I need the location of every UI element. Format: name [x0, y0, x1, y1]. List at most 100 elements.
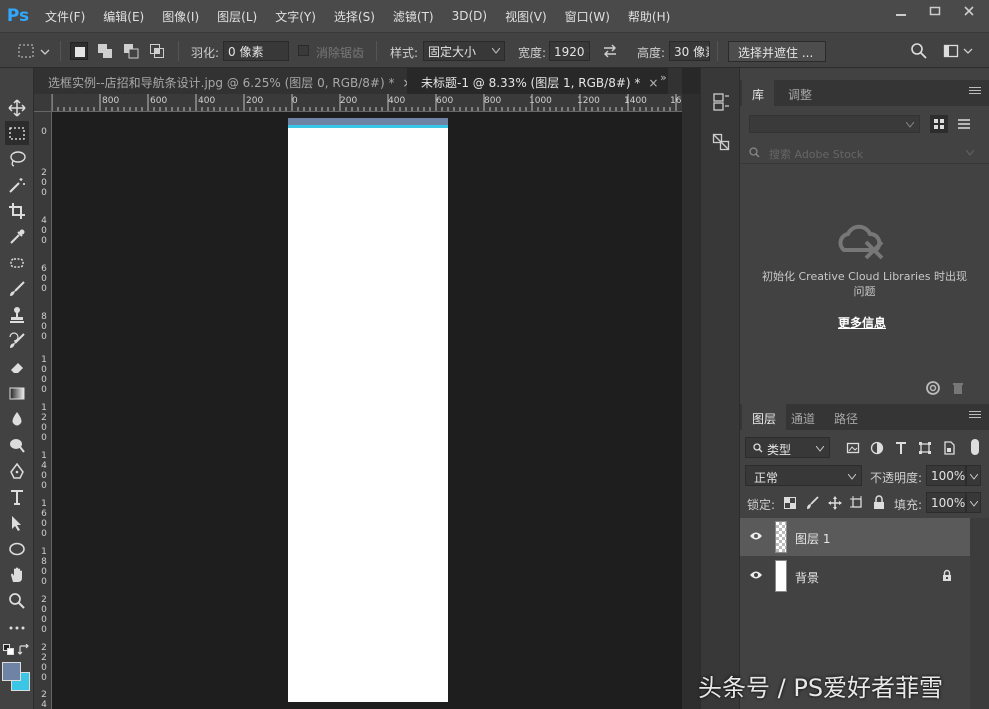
rect-marquee-tool[interactable]: [5, 121, 29, 145]
menu-edit[interactable]: 编辑(E): [94, 8, 153, 25]
close-window-button[interactable]: [952, 0, 986, 22]
menu-view[interactable]: 视图(V): [496, 8, 556, 25]
lasso-tool[interactable]: [5, 147, 29, 171]
subtract-selection-button[interactable]: [122, 42, 140, 60]
menu-help[interactable]: 帮助(H): [619, 8, 679, 25]
menu-window[interactable]: 窗口(W): [556, 8, 619, 25]
tool-preset-picker[interactable]: [16, 41, 52, 61]
menu-image[interactable]: 图像(I): [153, 8, 208, 25]
intersect-selection-button[interactable]: [148, 42, 166, 60]
more-info-link[interactable]: 更多信息: [838, 314, 886, 331]
fill-input[interactable]: 100%: [926, 492, 966, 513]
eyedropper-tool[interactable]: [5, 225, 29, 249]
creative-cloud-button[interactable]: [925, 380, 943, 396]
workspace-switcher[interactable]: [942, 42, 976, 60]
healing-brush-tool[interactable]: [5, 251, 29, 275]
lock-all-button[interactable]: [872, 495, 886, 510]
menu-3d[interactable]: 3D(D): [443, 9, 496, 23]
history-brush-tool[interactable]: [5, 329, 29, 353]
height-input[interactable]: 30 像素: [669, 41, 710, 61]
dodge-tool[interactable]: [5, 433, 29, 457]
foreground-color-swatch[interactable]: [2, 662, 21, 681]
fill-slider-toggle[interactable]: [966, 492, 981, 513]
tab-paths[interactable]: 路径: [824, 404, 868, 430]
move-tool[interactable]: [5, 96, 29, 120]
eraser-tool[interactable]: [5, 355, 29, 379]
opacity-slider-toggle[interactable]: [966, 465, 981, 486]
minimize-button[interactable]: [884, 0, 918, 22]
new-selection-button[interactable]: [70, 42, 88, 60]
lock-artboard-button[interactable]: [850, 496, 864, 510]
default-colors-button[interactable]: [3, 644, 15, 656]
opacity-input[interactable]: 100%: [926, 465, 966, 486]
blend-mode-select[interactable]: 正常: [745, 465, 862, 486]
menu-select[interactable]: 选择(S): [325, 8, 384, 25]
panel-menu-icon[interactable]: [969, 87, 981, 97]
blur-tool[interactable]: [5, 407, 29, 431]
search-button[interactable]: [910, 42, 928, 60]
tab-layers[interactable]: 图层: [742, 404, 787, 430]
antialias-checkbox[interactable]: [298, 45, 309, 56]
filter-pixel-button[interactable]: [846, 441, 860, 455]
canvas-vertical-scrollbar[interactable]: [682, 94, 700, 709]
layer-row[interactable]: 图层 1: [740, 518, 970, 556]
hand-tool[interactable]: [5, 563, 29, 587]
edit-toolbar-button[interactable]: [5, 615, 29, 639]
adjustments-panel-button[interactable]: [711, 132, 731, 152]
library-delete-button[interactable]: [950, 380, 966, 396]
layer-row[interactable]: 背景: [740, 557, 970, 595]
library-select[interactable]: [749, 115, 920, 133]
layer-filter-select[interactable]: 类型: [745, 437, 830, 458]
lock-position-button[interactable]: [828, 496, 842, 510]
ruler-origin[interactable]: [34, 94, 52, 112]
tab-overflow-icon[interactable]: »: [660, 71, 667, 84]
swap-dimensions-button[interactable]: [601, 42, 619, 60]
tab-libraries[interactable]: 库: [742, 80, 775, 106]
lock-pixels-button[interactable]: [806, 496, 820, 510]
ellipse-tool[interactable]: [5, 537, 29, 561]
filter-type-button[interactable]: [894, 441, 908, 455]
crop-tool[interactable]: [5, 199, 29, 223]
lock-transparent-button[interactable]: [783, 496, 797, 510]
feather-input[interactable]: 0 像素: [223, 41, 289, 61]
panel-menu-icon[interactable]: [969, 411, 981, 421]
path-selection-tool[interactable]: [5, 511, 29, 535]
grid-view-button[interactable]: [930, 115, 948, 133]
menu-type[interactable]: 文字(Y): [266, 8, 325, 25]
add-selection-button[interactable]: [96, 42, 114, 60]
layer-filter-toggle[interactable]: [971, 439, 979, 455]
document-canvas[interactable]: [288, 118, 448, 702]
swap-colors-button[interactable]: [17, 643, 30, 656]
layer-name[interactable]: 图层 1: [795, 530, 830, 547]
maximize-button[interactable]: [918, 0, 952, 22]
filter-adjustment-button[interactable]: [870, 441, 884, 455]
close-tab-icon[interactable]: ×: [648, 76, 658, 90]
filter-smart-object-button[interactable]: [942, 441, 956, 455]
brush-tool[interactable]: [5, 277, 29, 301]
pen-tool[interactable]: [5, 459, 29, 483]
tab-channels[interactable]: 通道: [781, 404, 825, 430]
type-tool[interactable]: [5, 485, 29, 509]
gradient-tool[interactable]: [5, 381, 29, 405]
doc-tab-shop-banner[interactable]: 选框实例--店招和导航条设计.jpg @ 6.25% (图层 0, RGB/8#…: [34, 68, 423, 94]
clone-stamp-tool[interactable]: [5, 303, 29, 327]
select-and-mask-button[interactable]: 选择并遮住 ...: [728, 41, 826, 62]
libraries-panel-button[interactable]: [711, 92, 731, 112]
filter-shape-button[interactable]: [918, 441, 932, 455]
zoom-tool[interactable]: [5, 589, 29, 613]
width-input[interactable]: 1920 像: [549, 41, 590, 61]
canvas-area[interactable]: [52, 112, 682, 709]
layer-name[interactable]: 背景: [795, 569, 819, 586]
menu-file[interactable]: 文件(F): [36, 8, 94, 25]
style-select[interactable]: 固定大小: [423, 41, 505, 61]
magic-wand-tool[interactable]: [5, 173, 29, 197]
layers-scrollbar[interactable]: [970, 518, 989, 709]
menu-layer[interactable]: 图层(L): [208, 8, 266, 25]
menu-filter[interactable]: 滤镜(T): [384, 8, 443, 25]
list-view-button[interactable]: [955, 115, 973, 133]
eye-icon[interactable]: [749, 570, 763, 580]
stock-search-bar[interactable]: 搜索 Adobe Stock: [740, 140, 989, 164]
eye-icon[interactable]: [749, 531, 763, 541]
tab-adjustments[interactable]: 调整: [778, 80, 822, 106]
doc-tab-untitled[interactable]: 未标题-1 @ 8.33% (图层 1, RGB/8#) * ×: [407, 68, 669, 94]
